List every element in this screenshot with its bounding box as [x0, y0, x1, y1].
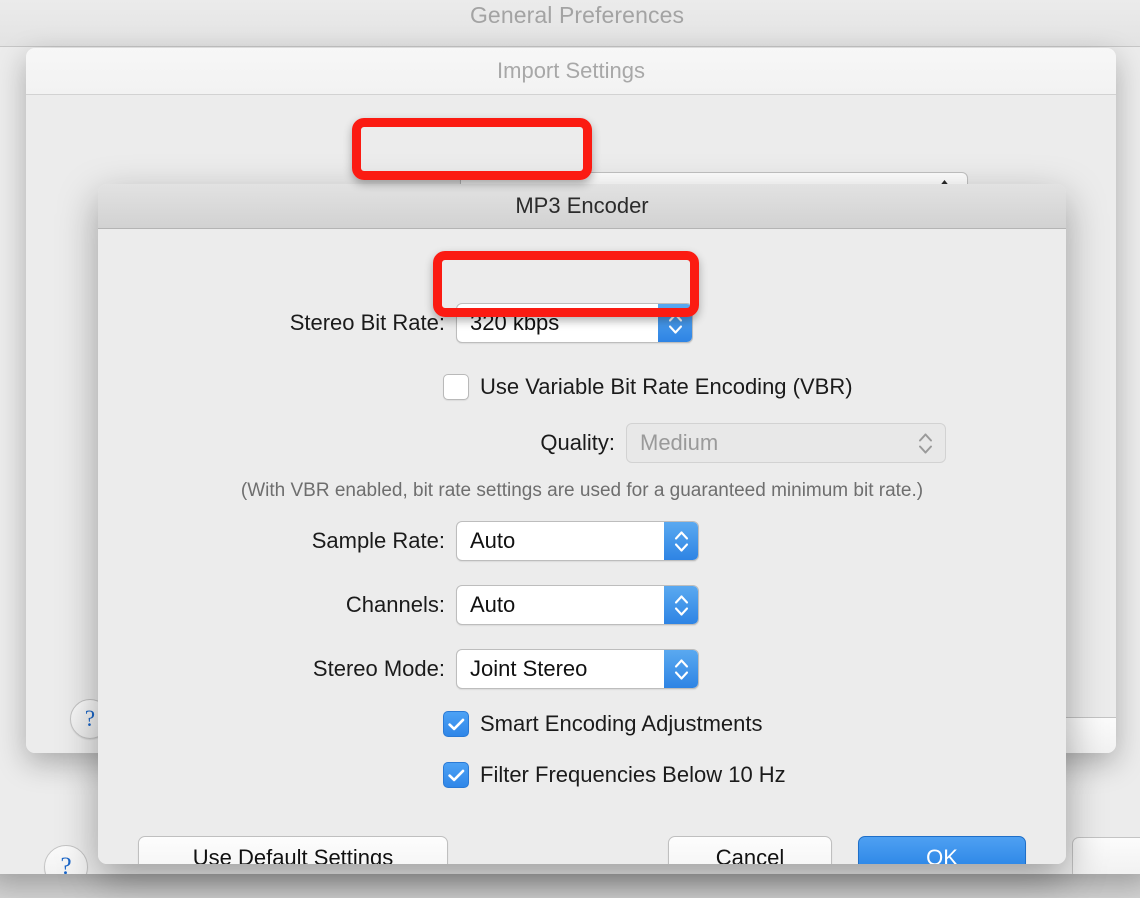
stereo-bit-rate-value: 320 kbps	[457, 304, 658, 342]
smart-encoding-checkbox-row[interactable]: Smart Encoding Adjustments	[443, 711, 762, 737]
mp3-encoder-title: MP3 Encoder	[515, 193, 648, 219]
smart-encoding-label: Smart Encoding Adjustments	[480, 711, 762, 737]
sample-rate-stepper[interactable]: Auto	[456, 521, 699, 561]
quality-stepper[interactable]: Medium	[626, 423, 946, 463]
channels-row: Channels: Auto	[98, 585, 1066, 625]
help-icon[interactable]: ?	[44, 845, 88, 874]
sample-rate-value: Auto	[457, 522, 664, 560]
quality-row: Quality: Medium	[98, 423, 1066, 463]
channels-stepper[interactable]: Auto	[456, 585, 699, 625]
filter-frequencies-checkbox-row[interactable]: Filter Frequencies Below 10 Hz	[443, 762, 786, 788]
stereo-mode-value: Joint Stereo	[457, 650, 664, 688]
vbr-checkbox[interactable]	[443, 374, 469, 400]
stepper-arrows-icon[interactable]	[905, 424, 945, 462]
mp3-encoder-body: Stereo Bit Rate: 320 kbps Use Variable B…	[98, 229, 1066, 864]
quality-label: Quality:	[98, 430, 626, 456]
stereo-mode-row: Stereo Mode: Joint Stereo	[98, 649, 1066, 689]
stereo-mode-stepper[interactable]: Joint Stereo	[456, 649, 699, 689]
stepper-arrows-icon[interactable]	[658, 304, 692, 342]
quality-value: Medium	[627, 424, 905, 462]
import-settings-titlebar[interactable]: Import Settings	[26, 48, 1116, 95]
checkmark-icon	[448, 769, 465, 782]
cancel-button[interactable]: Cancel	[668, 836, 832, 864]
stepper-arrows-icon[interactable]	[664, 586, 698, 624]
general-preferences-titlebar[interactable]: General Preferences	[0, 0, 1140, 47]
mp3-encoder-titlebar[interactable]: MP3 Encoder	[98, 184, 1066, 229]
vbr-note-text: (With VBR enabled, bit rate settings are…	[134, 480, 1030, 502]
import-settings-title: Import Settings	[497, 58, 645, 84]
filter-frequencies-checkbox[interactable]	[443, 762, 469, 788]
ok-button[interactable]: OK	[858, 836, 1026, 864]
channels-value: Auto	[457, 586, 664, 624]
checkmark-icon	[448, 718, 465, 731]
stereo-bit-rate-stepper[interactable]: 320 kbps	[456, 303, 693, 343]
filter-frequencies-label: Filter Frequencies Below 10 Hz	[480, 762, 786, 788]
smart-encoding-checkbox[interactable]	[443, 711, 469, 737]
stereo-bit-rate-row: Stereo Bit Rate: 320 kbps	[98, 303, 1066, 343]
stereo-bit-rate-label: Stereo Bit Rate:	[98, 310, 456, 336]
mp3-encoder-dialog: MP3 Encoder Stereo Bit Rate: 320 kbps Us…	[98, 184, 1066, 864]
use-default-settings-button[interactable]: Use Default Settings	[138, 836, 448, 864]
sample-rate-label: Sample Rate:	[98, 528, 456, 554]
preferences-bottom-right-button-stub[interactable]	[1072, 837, 1140, 874]
channels-label: Channels:	[98, 592, 456, 618]
sample-rate-row: Sample Rate: Auto	[98, 521, 1066, 561]
stereo-mode-label: Stereo Mode:	[98, 656, 456, 682]
vbr-checkbox-row[interactable]: Use Variable Bit Rate Encoding (VBR)	[443, 374, 853, 400]
stepper-arrows-icon[interactable]	[664, 522, 698, 560]
general-preferences-title: General Preferences	[456, 2, 684, 29]
vbr-label: Use Variable Bit Rate Encoding (VBR)	[480, 374, 853, 400]
stepper-arrows-icon[interactable]	[664, 650, 698, 688]
